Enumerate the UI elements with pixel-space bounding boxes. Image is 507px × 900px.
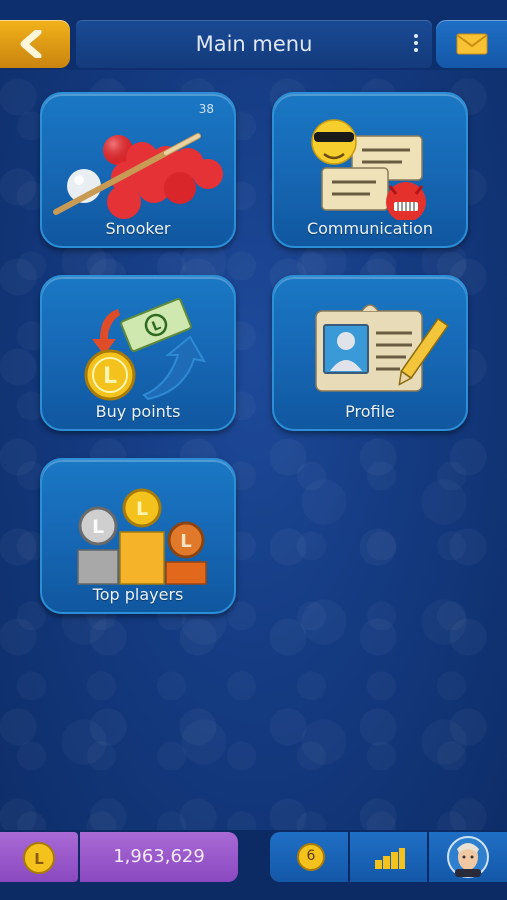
svg-text:L: L bbox=[136, 498, 148, 520]
title-bar: Main menu bbox=[76, 20, 432, 68]
top-players-tile[interactable]: L L L Top players bbox=[40, 458, 236, 614]
communication-label: Communication bbox=[306, 219, 434, 238]
top-bar: Main menu bbox=[0, 0, 507, 70]
avatar bbox=[447, 836, 489, 878]
points-value: 1,963,629 bbox=[113, 846, 205, 867]
back-arrow-icon bbox=[20, 30, 42, 58]
buy-points-label: Buy points bbox=[95, 402, 181, 421]
coin-icon: L bbox=[23, 842, 55, 874]
buy-points-icon: L L bbox=[84, 298, 206, 401]
profile-label: Profile bbox=[345, 402, 395, 421]
back-button[interactable] bbox=[0, 20, 70, 68]
notification-count: 6 bbox=[306, 848, 316, 864]
profile-tile[interactable]: Profile bbox=[272, 275, 468, 431]
communication-icon bbox=[311, 119, 426, 220]
snooker-tile[interactable]: 38 Snooker bbox=[40, 92, 236, 248]
notifications-button[interactable]: 6 bbox=[270, 832, 348, 882]
points-balance: 1,963,629 bbox=[80, 832, 238, 882]
menu-dots-icon[interactable] bbox=[414, 34, 418, 55]
top-players-icon: L L L bbox=[77, 488, 207, 585]
svg-text:L: L bbox=[34, 850, 44, 868]
mail-button[interactable] bbox=[436, 20, 507, 68]
communication-tile[interactable]: Communication bbox=[272, 92, 468, 248]
top-players-label: Top players bbox=[92, 585, 184, 604]
mail-icon bbox=[456, 33, 488, 55]
snooker-icon bbox=[53, 133, 223, 219]
bottom-bar: L 1,963,629 6 bbox=[0, 830, 507, 900]
snooker-label: Snooker bbox=[105, 219, 171, 238]
avatar-button[interactable] bbox=[429, 832, 507, 882]
coin-button[interactable]: L bbox=[0, 832, 78, 882]
profile-icon bbox=[315, 304, 449, 392]
stats-icon bbox=[375, 848, 405, 869]
page-title: Main menu bbox=[195, 32, 313, 56]
buy-points-tile[interactable]: L L Buy points bbox=[40, 275, 236, 431]
svg-text:L: L bbox=[180, 531, 191, 552]
svg-text:L: L bbox=[103, 364, 117, 389]
svg-text:L: L bbox=[92, 516, 104, 538]
stats-button[interactable] bbox=[350, 832, 427, 882]
